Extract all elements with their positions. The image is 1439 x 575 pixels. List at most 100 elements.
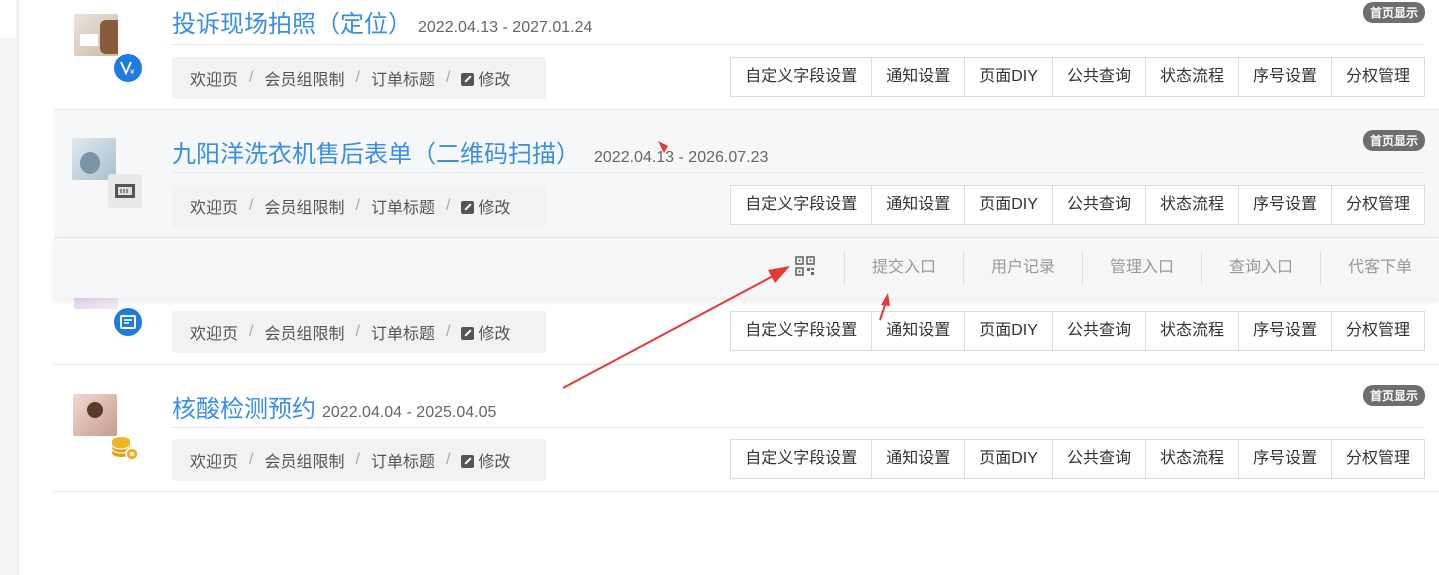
action-button-group: 自定义字段设置 通知设置 页面DIY 公共查询 状态流程 序号设置 分权管理 xyxy=(730,439,1425,479)
public-query-button[interactable]: 公共查询 xyxy=(1051,440,1145,478)
manage-entry-link[interactable]: 管理入口 xyxy=(1082,251,1201,285)
breadcrumb-edit[interactable]: 修改 xyxy=(478,448,510,472)
edit-icon xyxy=(461,200,475,214)
row-header: 核酸检测预约 2022.04.04 - 2025.04.05 首页显示 xyxy=(172,383,1425,428)
barcode-scan-icon xyxy=(108,174,142,208)
breadcrumb-order-title[interactable]: 订单标题 xyxy=(371,194,435,218)
left-gutter-top xyxy=(0,0,16,38)
query-entry-link[interactable]: 查询入口 xyxy=(1201,251,1320,285)
form-row-nucleic: 核酸检测预约 2022.04.04 - 2025.04.05 首页显示 欢迎页 /… xyxy=(54,365,1439,492)
breadcrumb: 欢迎页 / 会员组限制 / 订单标题 / 修改 xyxy=(172,311,546,353)
breadcrumb: 欢迎页 / 会员组限制 / 订单标题 / 修改 xyxy=(172,57,546,99)
user-records-link[interactable]: 用户记录 xyxy=(963,251,1082,285)
breadcrumb-separator: / xyxy=(355,197,360,214)
qrcode-icon[interactable] xyxy=(795,256,815,276)
breadcrumb: 欢迎页 / 会员组限制 / 订单标题 / 修改 xyxy=(172,439,546,481)
public-query-button[interactable]: 公共查询 xyxy=(1051,312,1145,350)
form-title-text[interactable]: 投诉现场拍照（定位） xyxy=(172,11,412,38)
breadcrumb: 欢迎页 / 会员组限制 / 订单标题 / 修改 xyxy=(172,185,546,227)
breadcrumb-separator: / xyxy=(249,451,254,468)
breadcrumb-separator: / xyxy=(355,69,360,86)
public-query-button[interactable]: 公共查询 xyxy=(1051,186,1145,224)
notify-settings-button[interactable]: 通知设置 xyxy=(871,312,965,350)
form-title[interactable]: 投诉现场拍照（定位） 2022.04.13 - 2027.01.24 xyxy=(172,4,592,39)
action-button-group: 自定义字段设置 通知设置 页面DIY 公共查询 状态流程 序号设置 分权管理 xyxy=(730,185,1425,225)
permission-button[interactable]: 分权管理 xyxy=(1330,440,1424,478)
status-flow-button[interactable]: 状态流程 xyxy=(1144,312,1238,350)
form-title-text[interactable]: 核酸检测预约 xyxy=(172,396,316,423)
breadcrumb-separator: / xyxy=(445,197,451,214)
permission-button[interactable]: 分权管理 xyxy=(1330,58,1424,96)
submit-entry-link[interactable]: 提交入口 xyxy=(844,251,963,285)
breadcrumb-member-limit[interactable]: 会员组限制 xyxy=(264,448,344,472)
status-flow-button[interactable]: 状态流程 xyxy=(1144,186,1238,224)
row-header: 九阳洋洗衣机售后表单（二维码扫描） 2022.04.13 - 2026.07.23… xyxy=(172,128,1425,173)
breadcrumb-separator: / xyxy=(249,323,254,340)
breadcrumb-member-limit[interactable]: 会员组限制 xyxy=(264,194,344,218)
svg-text:¥: ¥ xyxy=(130,68,135,76)
form-row-washer: 九阳洋洗衣机售后表单（二维码扫描） 2022.04.13 - 2026.07.23… xyxy=(54,110,1439,237)
page-diy-button[interactable]: 页面DIY xyxy=(964,186,1052,224)
edit-icon xyxy=(461,326,475,340)
breadcrumb-order-title[interactable]: 订单标题 xyxy=(371,66,435,90)
serial-settings-button[interactable]: 序号设置 xyxy=(1237,58,1331,96)
permission-button[interactable]: 分权管理 xyxy=(1330,312,1424,350)
serial-settings-button[interactable]: 序号设置 xyxy=(1237,440,1331,478)
form-title-text[interactable]: 九阳洋洗衣机售后表单（二维码扫描） xyxy=(172,141,580,168)
page-diy-button[interactable]: 页面DIY xyxy=(964,312,1052,350)
action-button-group: 自定义字段设置 通知设置 页面DIY 公共查询 状态流程 序号设置 分权管理 xyxy=(730,57,1425,97)
form-title[interactable]: 核酸检测预约 2022.04.04 - 2025.04.05 xyxy=(172,389,496,424)
breadcrumb-separator: / xyxy=(445,69,451,86)
home-display-tag: 首页显示 xyxy=(1362,2,1425,23)
home-display-tag: 首页显示 xyxy=(1362,130,1425,151)
breadcrumb-welcome[interactable]: 欢迎页 xyxy=(190,194,238,218)
notify-settings-button[interactable]: 通知设置 xyxy=(871,440,965,478)
notify-settings-button[interactable]: 通知设置 xyxy=(871,58,965,96)
breadcrumb-welcome[interactable]: 欢迎页 xyxy=(190,66,238,90)
form-date-range: 2022.04.13 - 2026.07.23 xyxy=(594,149,769,166)
row-header: 投诉现场拍照（定位） 2022.04.13 - 2027.01.24 首页显示 xyxy=(172,0,1425,45)
serial-settings-button[interactable]: 序号设置 xyxy=(1237,312,1331,350)
custom-fields-button[interactable]: 自定义字段设置 xyxy=(731,312,872,350)
form-row-complaint: ¥ 投诉现场拍照（定位） 2022.04.13 - 2027.01.24 首页显示… xyxy=(54,0,1439,110)
breadcrumb-member-limit[interactable]: 会员组限制 xyxy=(264,320,344,344)
entry-popup-panel: 提交入口 用户记录 管理入口 查询入口 代客下单 xyxy=(54,237,1439,298)
breadcrumb-edit[interactable]: 修改 xyxy=(478,194,510,218)
edit-icon xyxy=(461,72,475,86)
notify-settings-button[interactable]: 通知设置 xyxy=(871,186,965,224)
breadcrumb-edit[interactable]: 修改 xyxy=(478,320,510,344)
breadcrumb-order-title[interactable]: 订单标题 xyxy=(371,320,435,344)
form-thumbnail[interactable] xyxy=(73,394,117,436)
wechat-pay-icon: ¥ xyxy=(112,52,144,84)
left-gutter xyxy=(0,0,19,575)
custom-fields-button[interactable]: 自定义字段设置 xyxy=(731,440,872,478)
public-query-button[interactable]: 公共查询 xyxy=(1051,58,1145,96)
home-display-tag: 首页显示 xyxy=(1362,385,1425,406)
page-diy-button[interactable]: 页面DIY xyxy=(964,58,1052,96)
breadcrumb-separator: / xyxy=(355,451,360,468)
breadcrumb-separator: / xyxy=(445,323,451,340)
form-thumbnail[interactable] xyxy=(74,14,118,56)
status-flow-button[interactable]: 状态流程 xyxy=(1144,58,1238,96)
breadcrumb-separator: / xyxy=(445,451,451,468)
custom-fields-button[interactable]: 自定义字段设置 xyxy=(731,186,872,224)
breadcrumb-edit[interactable]: 修改 xyxy=(478,66,510,90)
serial-settings-button[interactable]: 序号设置 xyxy=(1237,186,1331,224)
form-row-hidden: 欢迎页 / 会员组限制 / 订单标题 / 修改 自定义字段设置 通知设置 页面D… xyxy=(54,297,1439,365)
custom-fields-button[interactable]: 自定义字段设置 xyxy=(731,58,872,96)
action-button-group: 自定义字段设置 通知设置 页面DIY 公共查询 状态流程 序号设置 分权管理 xyxy=(730,311,1425,351)
breadcrumb-member-limit[interactable]: 会员组限制 xyxy=(264,66,344,90)
permission-button[interactable]: 分权管理 xyxy=(1330,186,1424,224)
page-diy-button[interactable]: 页面DIY xyxy=(964,440,1052,478)
breadcrumb-order-title[interactable]: 订单标题 xyxy=(371,448,435,472)
form-date-range: 2022.04.13 - 2027.01.24 xyxy=(418,19,593,36)
form-date-range: 2022.04.04 - 2025.04.05 xyxy=(322,404,497,421)
status-flow-button[interactable]: 状态流程 xyxy=(1144,440,1238,478)
breadcrumb-separator: / xyxy=(249,69,254,86)
breadcrumb-separator: / xyxy=(249,197,254,214)
form-title[interactable]: 九阳洋洗衣机售后表单（二维码扫描） 2022.04.13 - 2026.07.23 xyxy=(172,134,768,169)
breadcrumb-welcome[interactable]: 欢迎页 xyxy=(190,320,238,344)
proxy-order-link[interactable]: 代客下单 xyxy=(1320,251,1439,285)
form-thumbnail[interactable] xyxy=(74,297,118,309)
breadcrumb-welcome[interactable]: 欢迎页 xyxy=(190,448,238,472)
